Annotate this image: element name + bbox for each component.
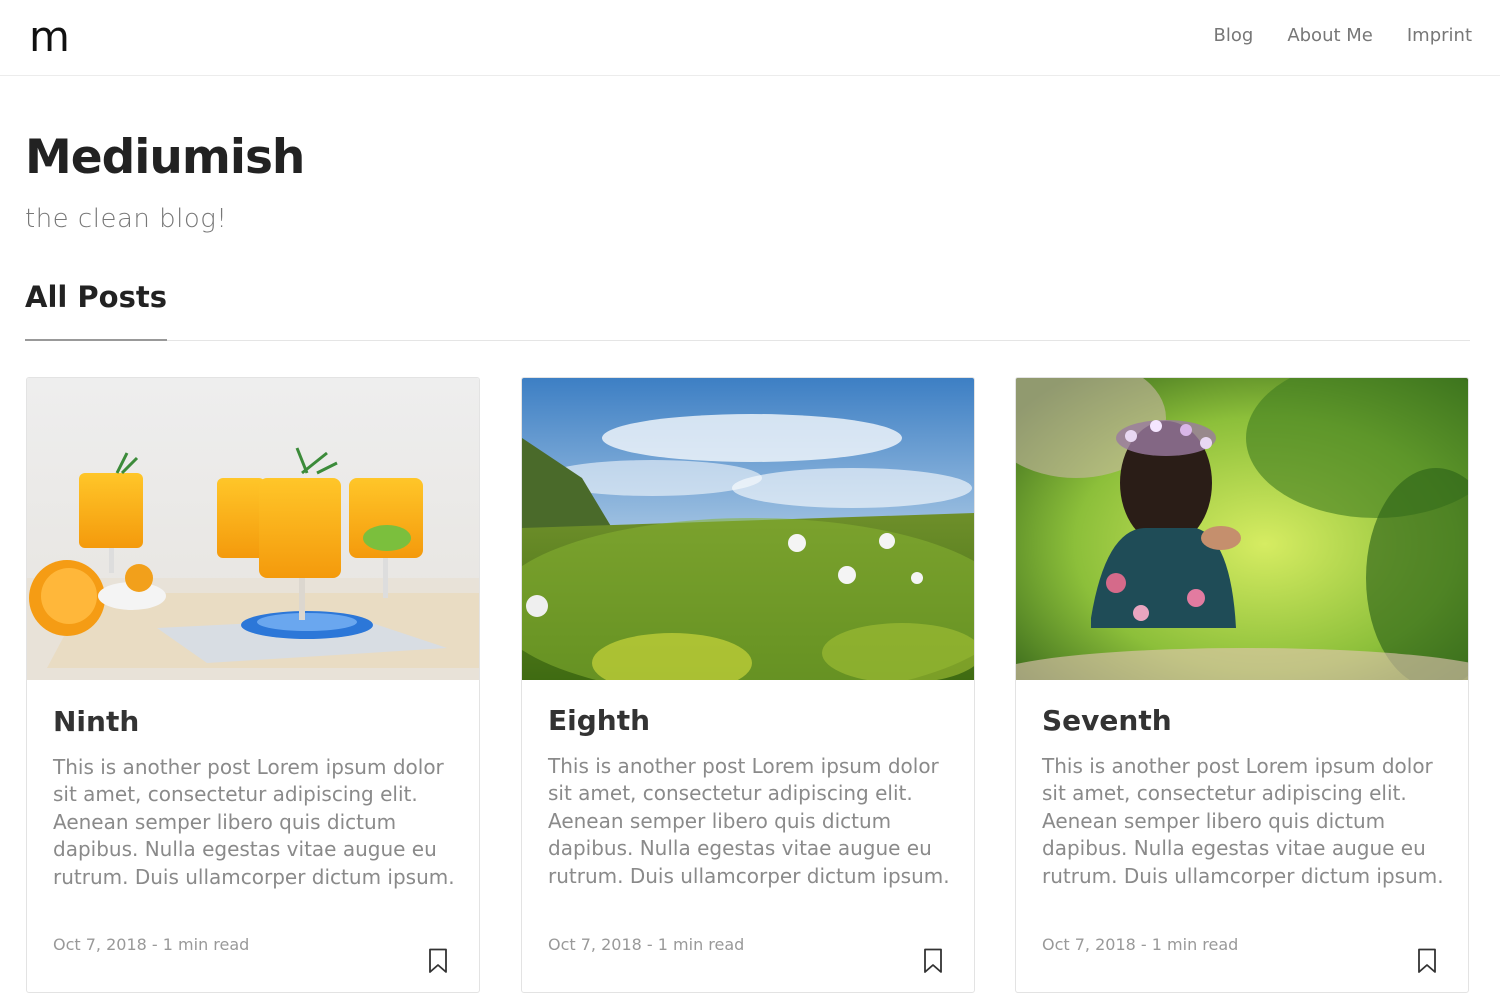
- site-subtitle: the clean blog!: [25, 204, 228, 234]
- section-divider-accent: [25, 339, 167, 341]
- nav-links: Blog About Me Imprint: [1214, 24, 1472, 48]
- post-excerpt: This is another post Lorem ipsum dolor s…: [1042, 754, 1444, 888]
- navbar: m Blog About Me Imprint: [0, 0, 1500, 76]
- nav-link-about-me[interactable]: About Me: [1287, 24, 1373, 48]
- post-title[interactable]: Eighth: [548, 703, 650, 739]
- section-divider: [25, 340, 1470, 341]
- site-logo[interactable]: m: [29, 12, 70, 62]
- post-title[interactable]: Ninth: [53, 704, 139, 740]
- post-meta: Oct 7, 2018 - 1 min read: [1042, 935, 1239, 954]
- nav-link-blog[interactable]: Blog: [1214, 24, 1254, 48]
- post-meta: Oct 7, 2018 - 1 min read: [548, 935, 745, 954]
- post-card[interactable]: Ninth This is another post Lorem ipsum d…: [26, 377, 480, 993]
- post-card[interactable]: Seventh This is another post Lorem ipsum…: [1015, 377, 1469, 993]
- section-heading: All Posts: [25, 280, 167, 314]
- post-cards: Ninth This is another post Lorem ipsum d…: [26, 377, 1470, 994]
- bookmark-icon[interactable]: [1416, 948, 1438, 974]
- post-card[interactable]: Eighth This is another post Lorem ipsum …: [521, 377, 975, 993]
- post-excerpt: This is another post Lorem ipsum dolor s…: [53, 755, 455, 889]
- post-meta: Oct 7, 2018 - 1 min read: [53, 935, 250, 954]
- bookmark-icon[interactable]: [427, 948, 449, 974]
- post-excerpt: This is another post Lorem ipsum dolor s…: [548, 754, 950, 888]
- post-image-girl-flower-crown[interactable]: [1016, 378, 1468, 680]
- post-title[interactable]: Seventh: [1042, 703, 1172, 739]
- nav-link-imprint[interactable]: Imprint: [1407, 24, 1472, 48]
- post-image-orange-juice[interactable]: [27, 378, 479, 680]
- site-title: Mediumish: [25, 130, 305, 185]
- post-image-dandelion-meadow[interactable]: [522, 378, 974, 680]
- bookmark-icon[interactable]: [922, 948, 944, 974]
